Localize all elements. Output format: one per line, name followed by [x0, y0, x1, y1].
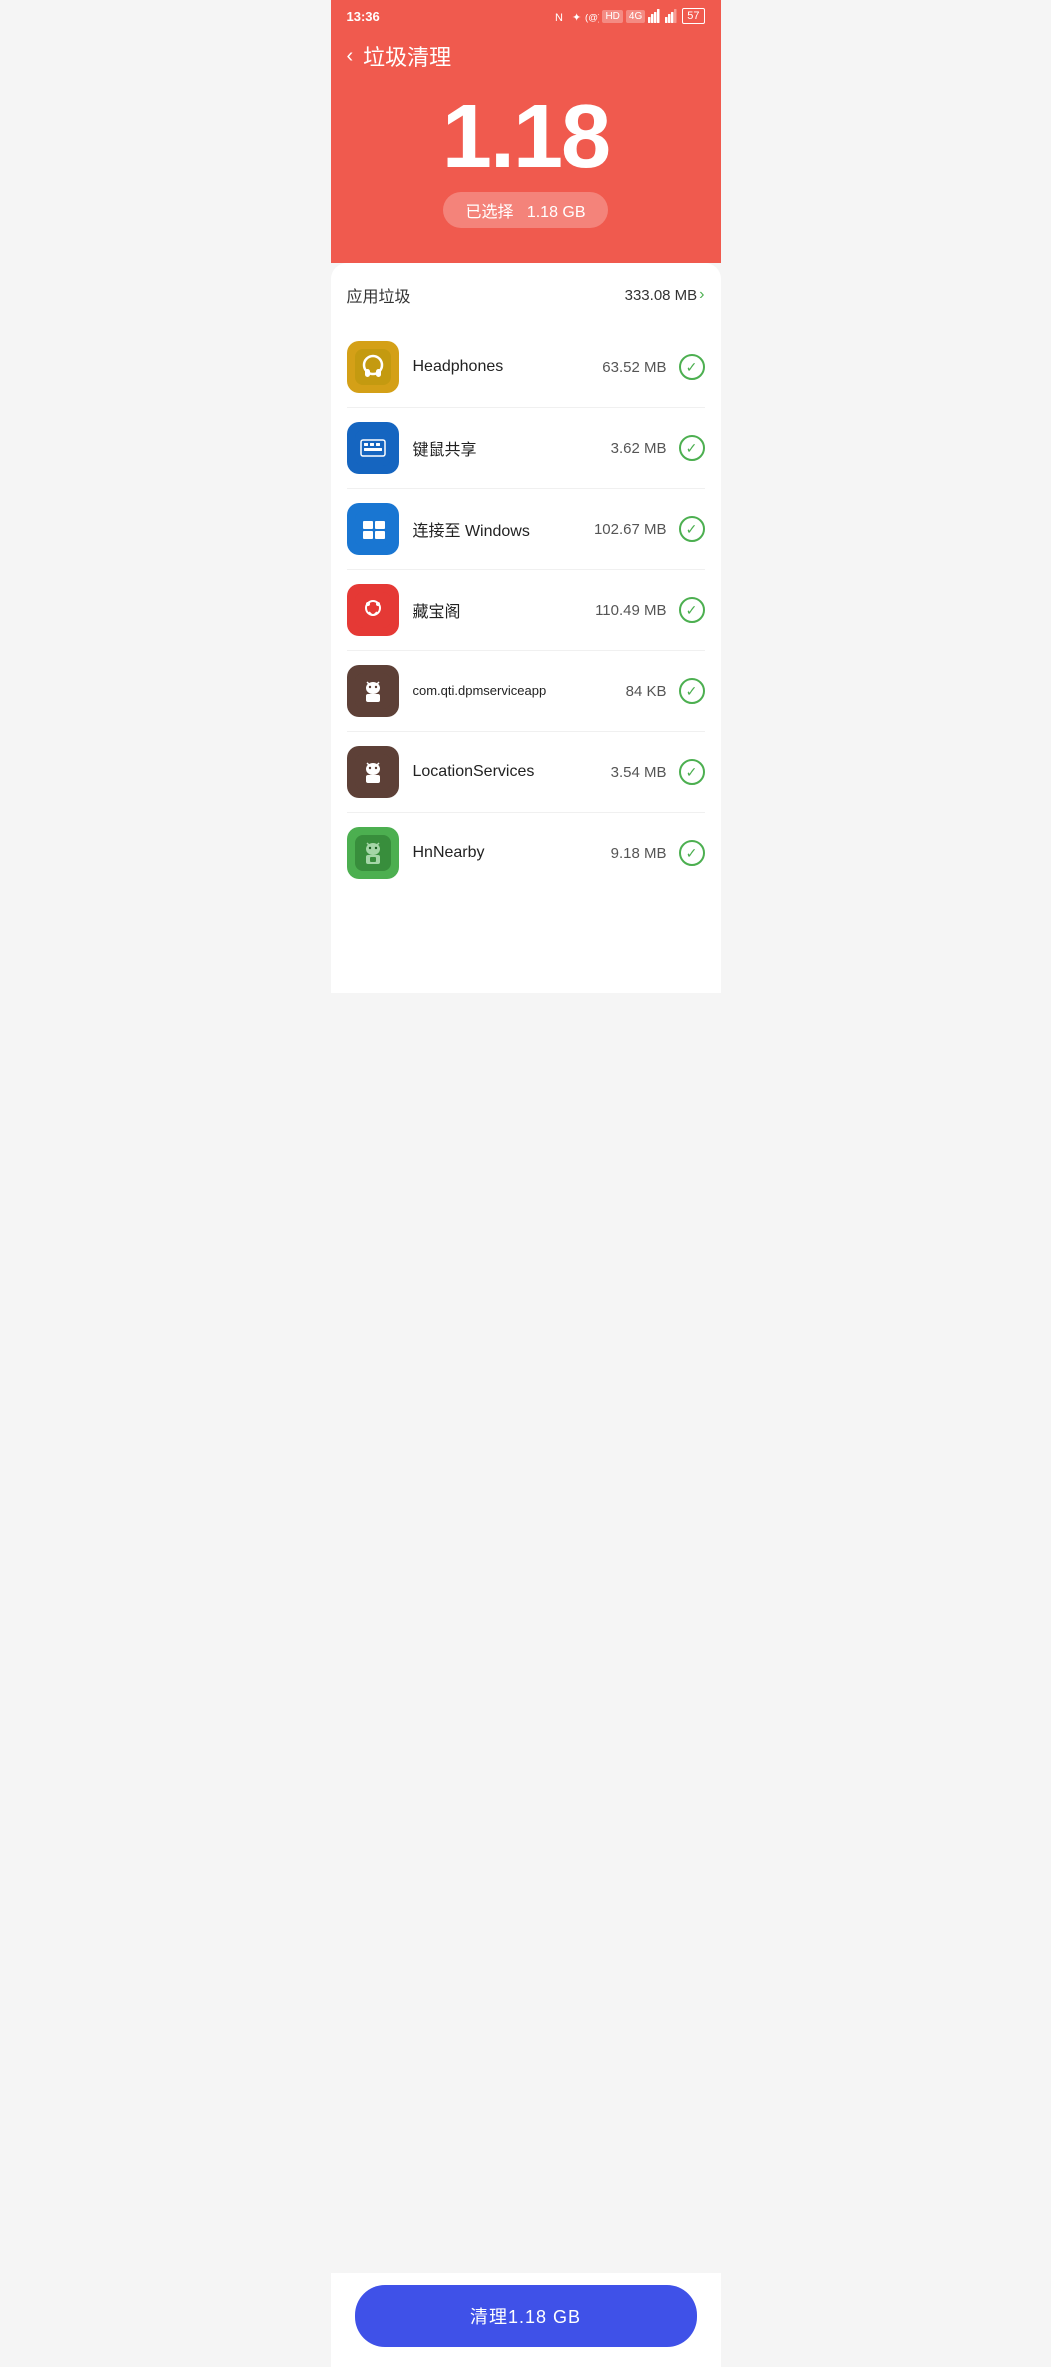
list-item[interactable]: Headphones 63.52 MB ✓	[347, 327, 705, 408]
check-icon[interactable]: ✓	[679, 435, 705, 461]
status-bar: 13:36 N ✦ (@) HD 4G 5	[331, 0, 721, 30]
page-title: 垃圾清理	[363, 40, 451, 72]
app-size: 3.54 MB	[611, 764, 667, 781]
battery-icon: 57	[682, 8, 704, 24]
check-icon[interactable]: ✓	[679, 354, 705, 380]
android-location-svg	[355, 754, 391, 790]
list-item[interactable]: 键鼠共享 3.62 MB ✓	[347, 408, 705, 489]
section-title: 应用垃圾	[347, 283, 411, 307]
app-name: HnNearby	[413, 844, 485, 861]
signal-icon-1	[648, 9, 662, 23]
app-info: 藏宝阁	[413, 598, 596, 622]
hero-section: 1.18 已选择 1.18 GB	[331, 72, 721, 263]
app-icon-windows	[347, 503, 399, 555]
clean-button[interactable]: 清理1.18 GB	[355, 2285, 697, 2347]
app-size: 110.49 MB	[595, 602, 666, 619]
app-right: 102.67 MB ✓	[594, 516, 705, 542]
app-name: 藏宝阁	[413, 604, 461, 621]
bluetooth-icon: ✦	[572, 9, 582, 23]
app-list: Headphones 63.52 MB ✓ 键鼠共享	[347, 327, 705, 893]
taobao-svg	[355, 592, 391, 628]
list-item[interactable]: 藏宝阁 110.49 MB ✓	[347, 570, 705, 651]
hero-badge-label: 已选择	[465, 204, 513, 221]
app-info: 键鼠共享	[413, 436, 611, 460]
app-name: Headphones	[413, 358, 504, 375]
app-right: 84 KB ✓	[626, 678, 705, 704]
check-icon[interactable]: ✓	[679, 516, 705, 542]
app-size: 9.18 MB	[611, 845, 667, 862]
section-header: 应用垃圾 333.08 MB ›	[347, 283, 705, 307]
app-size: 102.67 MB	[594, 521, 667, 538]
check-icon[interactable]: ✓	[679, 840, 705, 866]
app-size: 84 KB	[626, 683, 667, 700]
nfc-icon: N	[555, 9, 569, 23]
app-name: com.qti.dpmserviceapp	[413, 683, 547, 698]
android-dpm-svg	[355, 673, 391, 709]
4g-badge: 4G	[626, 10, 645, 23]
windows-svg	[355, 511, 391, 547]
app-right: 63.52 MB ✓	[602, 354, 704, 380]
list-item[interactable]: HnNearby 9.18 MB ✓	[347, 813, 705, 893]
check-icon[interactable]: ✓	[679, 597, 705, 623]
app-name: 连接至 Windows	[413, 523, 530, 540]
list-item[interactable]: LocationServices 3.54 MB ✓	[347, 732, 705, 813]
svg-text:(@): (@)	[585, 12, 599, 23]
page-header: ‹ 垃圾清理	[331, 30, 721, 72]
wifi-icon: (@)	[585, 9, 599, 23]
hnnearby-svg	[355, 835, 391, 871]
svg-text:N: N	[555, 12, 563, 23]
hero-badge-size: 1.18 GB	[527, 204, 586, 221]
app-right: 3.62 MB ✓	[611, 435, 705, 461]
list-item[interactable]: 连接至 Windows 102.67 MB ✓	[347, 489, 705, 570]
status-icons: N ✦ (@) HD 4G 57	[555, 8, 704, 24]
app-size: 3.62 MB	[611, 440, 667, 457]
app-right: 3.54 MB ✓	[611, 759, 705, 785]
app-icon-taobao	[347, 584, 399, 636]
app-icon-dpm	[347, 665, 399, 717]
status-time: 13:36	[347, 9, 380, 24]
check-icon[interactable]: ✓	[679, 759, 705, 785]
app-info: LocationServices	[413, 763, 611, 781]
app-name: 键鼠共享	[413, 442, 477, 459]
app-name: LocationServices	[413, 763, 535, 780]
list-item[interactable]: com.qti.dpmserviceapp 84 KB ✓	[347, 651, 705, 732]
app-right: 110.49 MB ✓	[595, 597, 704, 623]
app-info: HnNearby	[413, 844, 611, 862]
check-icon[interactable]: ✓	[679, 678, 705, 704]
bottom-bar: 清理1.18 GB	[331, 2273, 721, 2367]
app-size: 63.52 MB	[602, 359, 666, 376]
hd-badge: HD	[602, 10, 622, 23]
svg-text:✦: ✦	[572, 12, 581, 23]
headphones-svg	[355, 349, 391, 385]
back-button[interactable]: ‹	[347, 46, 354, 66]
app-right: 9.18 MB ✓	[611, 840, 705, 866]
hero-badge: 已选择 1.18 GB	[443, 192, 607, 228]
section-chevron-icon: ›	[699, 286, 704, 304]
content-area: 应用垃圾 333.08 MB › Headphones 63.52 MB	[331, 263, 721, 993]
signal-icon-2	[665, 9, 679, 23]
app-icon-keyboard	[347, 422, 399, 474]
app-icon-location	[347, 746, 399, 798]
section-size: 333.08 MB	[625, 287, 698, 304]
hero-number: 1.18	[331, 92, 721, 182]
app-info: com.qti.dpmserviceapp	[413, 682, 626, 700]
app-icon-headphones	[347, 341, 399, 393]
app-info: 连接至 Windows	[413, 517, 594, 541]
app-icon-hnnearby	[347, 827, 399, 879]
keyboard-svg	[355, 430, 391, 466]
app-info: Headphones	[413, 358, 603, 376]
